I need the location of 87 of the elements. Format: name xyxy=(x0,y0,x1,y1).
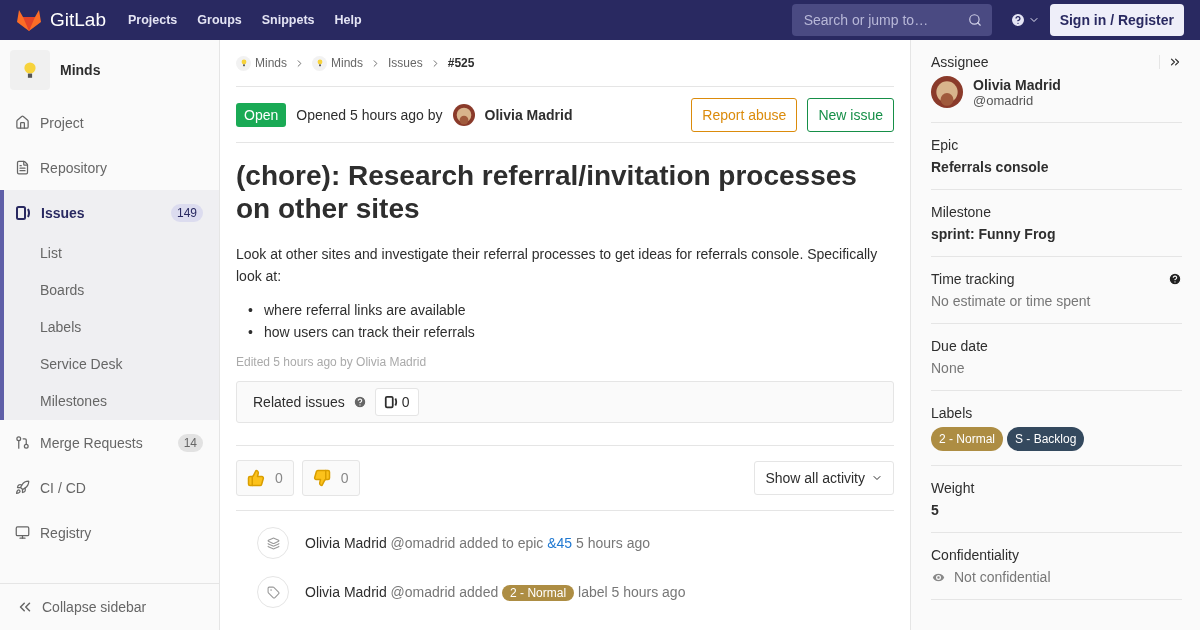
section-value: None xyxy=(931,360,966,376)
action-button[interactable]: New issue xyxy=(807,97,894,132)
breadcrumb-link[interactable]: #525 xyxy=(447,56,475,70)
breadcrumb-link[interactable]: Issues xyxy=(388,56,423,70)
assignee-name: Olivia Madrid xyxy=(973,76,1061,93)
issue-title: (chore): Research referral/invitation processes on other sites xyxy=(236,159,858,225)
bullet-marker: • xyxy=(248,323,254,342)
nav-link[interactable]: Help xyxy=(334,13,362,27)
bullet-item: where referral links are available xyxy=(264,301,466,320)
issues-icon xyxy=(15,204,31,221)
lightbulb-icon xyxy=(316,59,323,67)
file-icon xyxy=(15,160,30,175)
sidebar-item[interactable]: Issues 149 xyxy=(4,190,219,235)
reaction-button[interactable]: 0 xyxy=(236,460,294,496)
breadcrumb-link[interactable]: Minds xyxy=(255,56,287,70)
section-title: Milestone xyxy=(931,204,991,220)
avatar xyxy=(931,76,963,108)
description-text: Look at other sites and investigate their referral processes to get ideas for referrals console. Specifically look at: xyxy=(236,245,879,286)
thumbs-down-icon xyxy=(312,469,331,487)
section-title: Epic xyxy=(931,137,959,153)
double-chevron-icon xyxy=(1168,55,1182,69)
brand-name: GitLab xyxy=(50,9,106,31)
help-dropdown[interactable] xyxy=(1009,12,1040,28)
nav-link[interactable]: Projects xyxy=(128,13,178,27)
gitlab-logo-icon xyxy=(16,8,42,32)
sidebar-subitem[interactable]: Boards xyxy=(4,272,219,309)
nav-link[interactable]: Snippets xyxy=(261,13,315,27)
sidebar-subitem[interactable]: Labels xyxy=(4,309,219,346)
section-title: Confidentiality xyxy=(931,547,1019,563)
search-field[interactable]: Search or jump to… xyxy=(801,11,962,29)
issues-icon xyxy=(383,395,398,409)
edited-note: Edited 5 hours ago by Olivia Madrid xyxy=(236,355,428,369)
lightbulb-icon xyxy=(23,60,37,80)
lightbulb-icon xyxy=(240,59,247,67)
bullet-item: how users can track their referrals xyxy=(264,323,475,342)
sign-in-button[interactable]: Sign in / Register xyxy=(1049,4,1184,36)
help-icon xyxy=(1009,12,1026,28)
count-badge: 149 xyxy=(170,203,203,222)
section-value: No estimate or time spent xyxy=(931,293,1092,309)
tag-icon xyxy=(257,576,289,608)
nav-link[interactable]: Groups xyxy=(197,13,242,27)
section-title: Labels xyxy=(931,405,973,421)
breadcrumb-link[interactable]: Minds xyxy=(331,56,364,70)
status-badge: Open xyxy=(236,102,287,127)
activity-text: Olivia Madrid @omadrid added 2 - Normal label 5 hours ago xyxy=(305,583,686,601)
opened-text: Opened 5 hours ago by xyxy=(296,106,443,123)
label-badge: S - Backlog xyxy=(1007,427,1085,451)
assignee-handle: @omadrid xyxy=(973,92,1035,108)
section-title: Assignee xyxy=(931,54,989,70)
help-icon xyxy=(352,395,367,409)
related-count-button[interactable]: 0 xyxy=(374,388,419,416)
expand-sidebar-button[interactable] xyxy=(1159,55,1182,69)
sidebar-subitem[interactable]: Service Desk xyxy=(4,346,219,383)
section-value: sprint: Funny Frog xyxy=(931,226,1057,242)
label-badge: 2 - Normal xyxy=(502,584,575,601)
sidebar-item[interactable]: Registry xyxy=(4,510,219,555)
sidebar-item[interactable]: Merge Requests 14 xyxy=(4,420,219,465)
reaction-button[interactable]: 0 xyxy=(301,460,360,496)
section-title: Weight xyxy=(931,480,975,496)
count-badge: 14 xyxy=(177,433,203,452)
home-icon xyxy=(15,115,30,130)
section-value: 5 xyxy=(931,502,940,518)
epic-icon xyxy=(257,527,289,559)
epic-link[interactable]: &45 xyxy=(547,535,573,551)
label-badge: 2 - Normal xyxy=(931,427,1003,451)
search-bar[interactable]: Search or jump to… xyxy=(791,4,992,36)
project-name: Minds xyxy=(60,62,101,78)
search-icon xyxy=(967,13,982,27)
monitor-icon xyxy=(15,525,30,540)
activity-text: Olivia Madrid @omadrid added to epic &45 5 hours ago xyxy=(305,535,650,551)
bullet-marker: • xyxy=(248,301,254,320)
section-value: Referrals console xyxy=(931,159,1050,175)
section-title: Time tracking xyxy=(931,271,1015,287)
merge-request-icon xyxy=(15,435,30,450)
activity-filter-dropdown[interactable]: Show all activity xyxy=(754,461,894,495)
avatar xyxy=(452,103,475,126)
sidebar-item[interactable]: Project xyxy=(4,100,219,145)
section-title: Due date xyxy=(931,338,988,354)
author-name: Olivia Madrid xyxy=(484,106,573,123)
thumbs-up-icon xyxy=(247,469,265,487)
related-issues-label: Related issues xyxy=(253,394,345,410)
section-value: Not confidential xyxy=(954,569,1051,585)
sidebar-subitem[interactable]: Milestones xyxy=(4,383,219,420)
sidebar-subitem[interactable]: List xyxy=(4,235,219,272)
sidebar-item[interactable]: Repository xyxy=(4,145,219,190)
sidebar-item[interactable]: CI / CD xyxy=(4,465,219,510)
rocket-icon xyxy=(15,480,30,495)
